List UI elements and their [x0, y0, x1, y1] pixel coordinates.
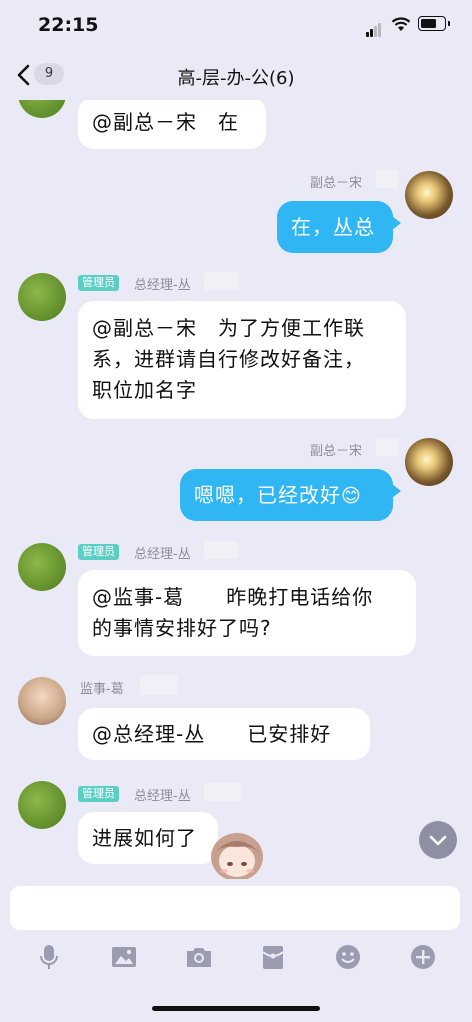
clock: 22:15 — [38, 14, 99, 36]
admin-badge: 管理员 — [78, 544, 119, 560]
scroll-to-bottom-button[interactable] — [419, 821, 457, 859]
avatar-general-manager[interactable] — [18, 781, 66, 829]
red-packet-icon[interactable] — [258, 942, 288, 972]
emoji-icon[interactable] — [333, 942, 363, 972]
battery-icon — [418, 16, 450, 31]
sender-name: 总经理-丛 — [134, 278, 191, 293]
mic-icon[interactable] — [34, 942, 64, 972]
sender-name: 监事-葛 — [80, 682, 124, 697]
message-bubble-self[interactable]: 在，丛总 — [277, 201, 393, 253]
message-list[interactable]: @副总－宋 在 副总－宋 在，丛总 管理员 总经理-丛 @副总－宋 为了方便工作… — [0, 100, 472, 880]
message-bubble-self[interactable]: 嗯嗯，已经改好😊 — [180, 469, 393, 521]
message-bubble[interactable]: @副总－宋 在 — [78, 100, 266, 149]
avatar-general-manager[interactable] — [18, 273, 66, 321]
chat-header: 9 高-层-办-公(6) — [0, 50, 472, 100]
signal-icon — [366, 18, 382, 37]
message-bubble[interactable]: 进展如何了 — [78, 812, 218, 864]
message-input[interactable] — [10, 886, 460, 930]
bubble-tail — [392, 484, 401, 498]
redacted-mark — [204, 272, 238, 290]
message-bubble[interactable]: @总经理-丛 已安排好 — [78, 708, 370, 760]
avatar-vice-president[interactable] — [405, 171, 453, 219]
chat-title[interactable]: 高-层-办-公(6) — [0, 64, 472, 90]
message-bubble[interactable]: @监事-葛 昨晚打电话给你 的事情安排好了吗? — [78, 570, 416, 656]
home-indicator[interactable] — [152, 1006, 320, 1011]
sender-name: 副总－宋 — [310, 176, 363, 191]
redacted-mark — [376, 438, 398, 456]
avatar-general-manager[interactable] — [18, 543, 66, 591]
message-bubble[interactable]: @副总－宋 为了方便工作联 系，进群请自行修改好备注， 职位加名字 — [78, 301, 406, 419]
redacted-mark — [204, 541, 238, 559]
avatar-general-manager[interactable] — [18, 100, 66, 118]
smile-emoji: 😊 — [341, 485, 362, 507]
admin-badge: 管理员 — [78, 786, 119, 802]
chevron-down-icon — [429, 835, 447, 846]
admin-badge: 管理员 — [78, 275, 119, 291]
avatar-vice-president[interactable] — [405, 438, 453, 486]
status-bar: 22:15 — [0, 0, 472, 48]
plus-icon[interactable] — [408, 942, 438, 972]
bubble-tail — [392, 216, 401, 230]
wifi-icon — [391, 17, 411, 31]
sender-name: 副总－宋 — [310, 444, 363, 459]
anime-girl-sticker — [211, 833, 263, 879]
camera-icon[interactable] — [184, 942, 214, 972]
redacted-mark — [204, 783, 242, 801]
avatar-supervisor[interactable] — [18, 677, 66, 725]
redacted-mark — [376, 170, 398, 188]
redacted-mark — [140, 675, 178, 695]
sender-name: 总经理-丛 — [134, 547, 191, 562]
input-toolbar — [0, 936, 472, 978]
image-icon[interactable] — [109, 942, 139, 972]
sender-name: 总经理-丛 — [134, 789, 191, 804]
